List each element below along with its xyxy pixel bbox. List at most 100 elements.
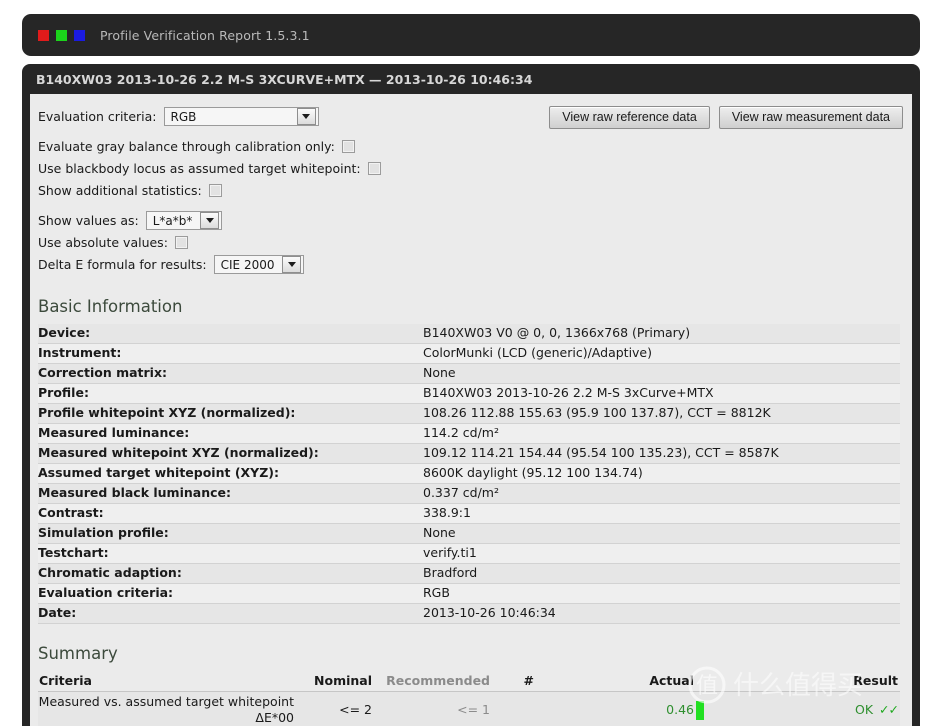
- info-key: Measured luminance:: [38, 423, 423, 444]
- info-key: Contrast:: [38, 503, 423, 524]
- column-header-actual: Actual: [618, 671, 696, 692]
- info-key: Correction matrix:: [38, 363, 423, 384]
- info-key: Testchart:: [38, 543, 423, 564]
- table-row: Measured luminance: 114.2 cd/m²: [38, 423, 900, 444]
- info-key: Profile whitepoint XYZ (normalized):: [38, 403, 423, 424]
- info-key: Measured black luminance:: [38, 483, 423, 504]
- table-row: Instrument: ColorMunki (LCD (generic)/Ada…: [38, 343, 900, 364]
- basic-information-heading: Basic Information: [38, 297, 183, 316]
- summary-actual-bar: [696, 691, 780, 726]
- red-swatch-icon: [38, 29, 49, 41]
- info-key: Chromatic adaption:: [38, 563, 423, 584]
- report-header-title: B140XW03 2013-10-26 2.2 M-S 3XCURVE+MTX …: [36, 71, 533, 87]
- additional-statistics-checkbox[interactable]: [208, 184, 222, 197]
- table-row: Measured whitepoint XYZ (normalized): 109…: [38, 443, 900, 464]
- info-value: 109.12 114.21 154.44 (95.54 100 135.23),…: [423, 443, 900, 464]
- summary-recommended: <= 1: [372, 691, 490, 726]
- summary-header-row: Criteria Nominal Recommended # Actual Re…: [38, 671, 900, 692]
- info-key: Instrument:: [38, 343, 423, 364]
- gray-balance-checkbox[interactable]: [341, 140, 355, 153]
- table-row: Profile whitepoint XYZ (normalized): 108.…: [38, 403, 900, 424]
- delta-e-formula-select[interactable]: CIE 2000: [213, 255, 305, 274]
- table-row: Contrast: 338.9:1: [38, 503, 900, 524]
- absolute-values-checkbox[interactable]: [174, 236, 188, 249]
- result-label: OK: [855, 702, 874, 717]
- delta-e-formula-label: Delta E formula for results:: [38, 257, 207, 272]
- info-value: B140XW03 V0 @ 0, 0, 1366x768 (Primary): [423, 324, 900, 344]
- info-value: None: [423, 363, 900, 384]
- table-row: Date: 2013-10-26 10:46:34: [38, 603, 900, 624]
- controls-panel: View raw reference data View raw measure…: [30, 94, 912, 275]
- column-header-count-bar: [534, 671, 618, 692]
- summary-actual: 0.46: [618, 691, 696, 726]
- blackbody-locus-row: Use blackbody locus as assumed target wh…: [38, 158, 912, 179]
- blue-swatch-icon: [74, 29, 85, 41]
- blackbody-locus-checkbox[interactable]: [367, 162, 381, 175]
- table-row: Chromatic adaption: Bradford: [38, 563, 900, 584]
- table-row: Evaluation criteria: RGB: [38, 583, 900, 604]
- summary-criteria: Measured vs. assumed target whitepoint Δ…: [38, 691, 294, 726]
- basic-information-table: Device: B140XW03 V0 @ 0, 0, 1366x768 (Pri…: [38, 324, 900, 624]
- window-title: Profile Verification Report 1.5.3.1: [100, 27, 310, 43]
- info-value: 114.2 cd/m²: [423, 423, 900, 444]
- delta-e-formula-value: CIE 2000: [220, 257, 275, 272]
- additional-statistics-label: Show additional statistics:: [38, 183, 202, 198]
- absolute-values-label: Use absolute values:: [38, 235, 168, 250]
- show-values-row: Show values as: L*a*b*: [38, 210, 912, 231]
- info-value: RGB: [423, 583, 900, 604]
- info-value: ColorMunki (LCD (generic)/Adaptive): [423, 343, 900, 364]
- show-values-value: L*a*b*: [152, 213, 193, 228]
- view-raw-reference-data-button[interactable]: View raw reference data: [549, 106, 710, 129]
- info-value: verify.ti1: [423, 543, 900, 564]
- additional-statistics-row: Show additional statistics:: [38, 180, 912, 201]
- table-row: Measured black luminance: 0.337 cd/m²: [38, 483, 900, 504]
- table-row: Profile: B140XW03 2013-10-26 2.2 M-S 3xCu…: [38, 383, 900, 404]
- info-key: Device:: [38, 324, 423, 344]
- absolute-values-row: Use absolute values:: [38, 232, 912, 253]
- chevron-down-icon[interactable]: [282, 256, 302, 273]
- report-window: Profile Verification Report 1.5.3.1 B140…: [0, 0, 941, 726]
- info-value: B140XW03 2013-10-26 2.2 M-S 3xCurve+MTX: [423, 383, 900, 404]
- summary-result: OK ✓✓: [780, 691, 900, 726]
- check-mark-icon: ✓✓: [879, 702, 899, 717]
- evaluation-criteria-value: RGB: [170, 109, 197, 124]
- chevron-down-icon[interactable]: [200, 212, 220, 229]
- summary-nominal: <= 2: [294, 691, 372, 726]
- column-header-actual-bar: [696, 671, 780, 692]
- show-values-select[interactable]: L*a*b*: [145, 211, 223, 230]
- green-swatch-icon: [56, 29, 67, 41]
- summary-heading: Summary: [38, 644, 118, 663]
- column-header-criteria: Criteria: [38, 671, 294, 692]
- summary-count-bar: [534, 691, 618, 726]
- show-values-label: Show values as:: [38, 213, 139, 228]
- info-value: None: [423, 523, 900, 544]
- column-header-count: #: [490, 671, 534, 692]
- rgb-swatch-group: [38, 29, 85, 41]
- table-row: Testchart: verify.ti1: [38, 543, 900, 564]
- gray-balance-row: Evaluate gray balance through calibratio…: [38, 136, 912, 157]
- info-value: 0.337 cd/m²: [423, 483, 900, 504]
- evaluation-criteria-select[interactable]: RGB: [163, 107, 319, 126]
- evaluation-criteria-label: Evaluation criteria:: [38, 109, 157, 124]
- table-row: Correction matrix: None: [38, 363, 900, 384]
- info-key: Assumed target whitepoint (XYZ):: [38, 463, 423, 484]
- column-header-result: Result: [780, 671, 900, 692]
- info-value: 338.9:1: [423, 503, 900, 524]
- info-value: 108.26 112.88 155.63 (95.9 100 137.87), …: [423, 403, 900, 424]
- info-key: Date:: [38, 603, 423, 624]
- report-content: View raw reference data View raw measure…: [30, 94, 912, 726]
- raw-data-button-group: View raw reference data View raw measure…: [549, 106, 903, 129]
- report-header-bar: B140XW03 2013-10-26 2.2 M-S 3XCURVE+MTX …: [22, 64, 920, 94]
- info-key: Simulation profile:: [38, 523, 423, 544]
- column-header-recommended: Recommended: [372, 671, 490, 692]
- table-row: Simulation profile: None: [38, 523, 900, 544]
- table-row: Measured vs. assumed target whitepoint Δ…: [38, 691, 900, 726]
- info-key: Profile:: [38, 383, 423, 404]
- info-value: 8600K daylight (95.12 100 134.74): [423, 463, 900, 484]
- chevron-down-icon[interactable]: [296, 108, 316, 125]
- table-row: Assumed target whitepoint (XYZ): 8600K da…: [38, 463, 900, 484]
- delta-e-formula-row: Delta E formula for results: CIE 2000: [38, 254, 912, 275]
- summary-count: [490, 691, 534, 726]
- view-raw-measurement-data-button[interactable]: View raw measurement data: [718, 106, 903, 129]
- window-titlebar: Profile Verification Report 1.5.3.1: [22, 14, 920, 56]
